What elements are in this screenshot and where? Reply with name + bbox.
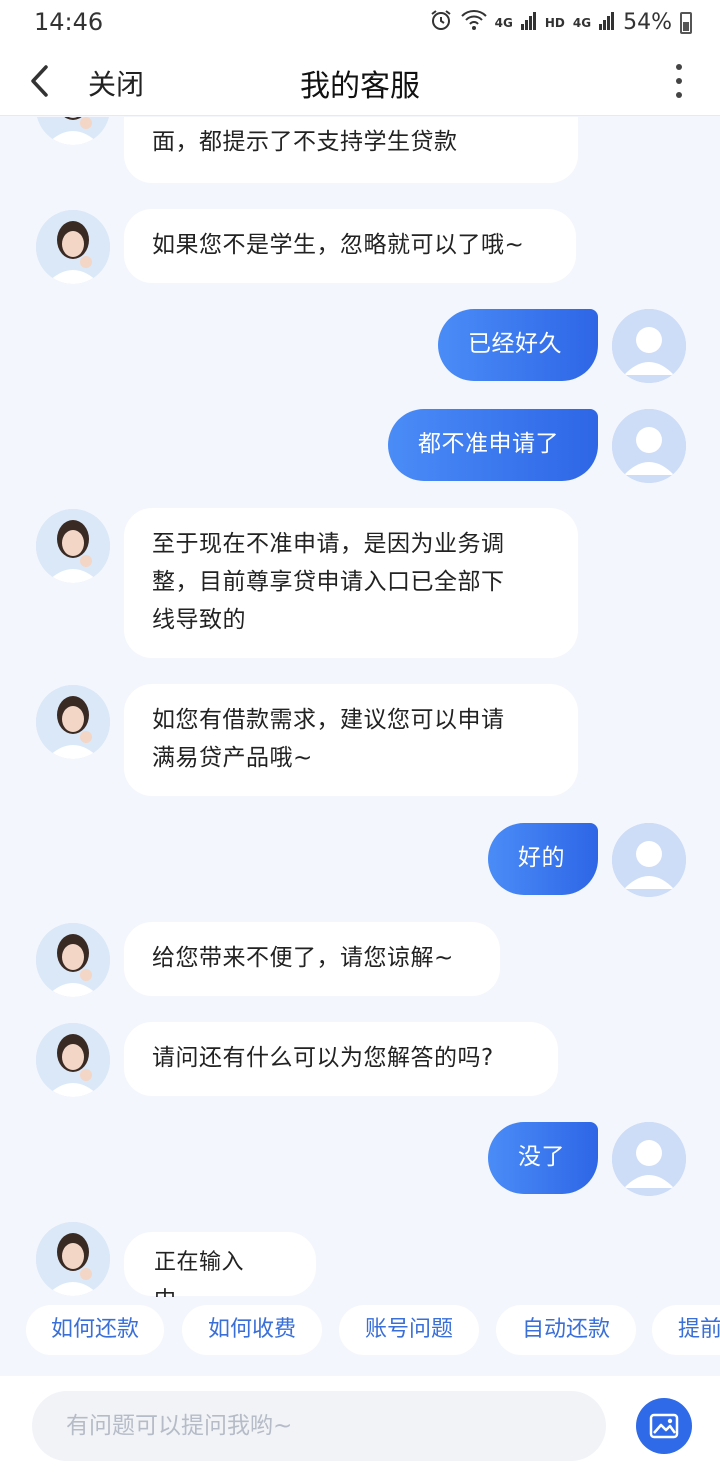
hd-label: HD: [544, 15, 565, 30]
user-message: 没了: [488, 1122, 598, 1194]
message-text: 如果您不是学生，忽略就可以了哦~: [152, 232, 525, 258]
typing-indicator: 正在输入中...: [124, 1232, 316, 1297]
status-bar: 14:46 4G HD 4G 54%: [0, 0, 720, 46]
network-label-2: 4G: [572, 15, 592, 30]
wifi-icon: [460, 9, 487, 36]
user-avatar: [612, 1122, 686, 1196]
user-avatar: [612, 409, 686, 483]
message-line: 线导致的: [152, 607, 246, 633]
quick-reply-chip[interactable]: 自动还款: [496, 1305, 636, 1355]
chat-header: 关闭 我的客服: [0, 46, 720, 116]
signal-icon: [520, 10, 537, 35]
message-input[interactable]: [32, 1391, 606, 1461]
message-text: 已经好久: [468, 331, 562, 357]
chat-message-list[interactable]: 面，都提示了不支持学生贷款 如果您不是学生，忽略就可以了哦~ 已经好久 都不准申…: [0, 117, 720, 1297]
message-text: 好的: [518, 845, 565, 871]
quick-reply-chip[interactable]: 账号问题: [339, 1305, 479, 1355]
page-title: 我的客服: [300, 69, 420, 104]
message-text: 请问还有什么可以为您解答的吗?: [152, 1045, 494, 1071]
status-time: 14:46: [34, 8, 104, 36]
more-vertical-icon[interactable]: [674, 64, 684, 98]
agent-avatar: [36, 923, 110, 997]
message-text: 没了: [518, 1144, 565, 1170]
user-message: 好的: [488, 823, 598, 895]
message-text: 给您带来不便了，请您谅解~: [152, 945, 454, 971]
battery-percent: 54%: [623, 10, 672, 35]
user-message: 已经好久: [438, 309, 598, 381]
message-text: 都不准申请了: [418, 431, 559, 457]
agent-avatar: [36, 509, 110, 583]
message-line: 如您有借款需求，建议您可以申请: [152, 707, 505, 733]
user-message: 都不准申请了: [388, 409, 598, 481]
message-line: 整，目前尊享贷申请入口已全部下: [152, 569, 505, 595]
quick-reply-bar[interactable]: 如何还款 如何收费 账号问题 自动还款 提前: [0, 1305, 720, 1357]
status-icons: 4G HD 4G 54%: [429, 8, 692, 37]
user-avatar: [612, 823, 686, 897]
signal-icon: [599, 10, 615, 35]
agent-message: 至于现在不准申请，是因为业务调 整，目前尊享贷申请入口已全部下 线导致的: [124, 508, 578, 658]
quick-reply-chip[interactable]: 如何收费: [182, 1305, 322, 1355]
message-text: 面，都提示了不支持学生贷款: [152, 129, 458, 155]
message-line: 至于现在不准申请，是因为业务调: [152, 531, 505, 557]
user-avatar: [612, 309, 686, 383]
agent-avatar: [36, 210, 110, 284]
agent-avatar: [36, 685, 110, 759]
quick-reply-chip[interactable]: 提前: [652, 1305, 720, 1355]
alarm-icon: [429, 8, 453, 37]
battery-icon: [680, 11, 692, 34]
image-upload-button[interactable]: [636, 1398, 692, 1454]
message-line-clipped: [152, 117, 550, 123]
agent-avatar: [36, 117, 110, 145]
image-icon: [649, 1413, 679, 1439]
network-label-1: 4G: [494, 15, 513, 30]
agent-message: 面，都提示了不支持学生贷款: [124, 117, 578, 183]
message-line: 满易贷产品哦~: [152, 745, 313, 771]
agent-message: 请问还有什么可以为您解答的吗?: [124, 1022, 558, 1096]
agent-message: 如果您不是学生，忽略就可以了哦~: [124, 209, 576, 283]
message-text: 正在输入中...: [154, 1250, 245, 1297]
agent-message: 给您带来不便了，请您谅解~: [124, 922, 500, 996]
agent-avatar: [36, 1023, 110, 1097]
agent-message: 如您有借款需求，建议您可以申请 满易贷产品哦~: [124, 684, 578, 796]
input-bar: [0, 1376, 720, 1480]
quick-reply-chip[interactable]: 如何还款: [26, 1305, 164, 1355]
agent-avatar: [36, 1222, 110, 1296]
